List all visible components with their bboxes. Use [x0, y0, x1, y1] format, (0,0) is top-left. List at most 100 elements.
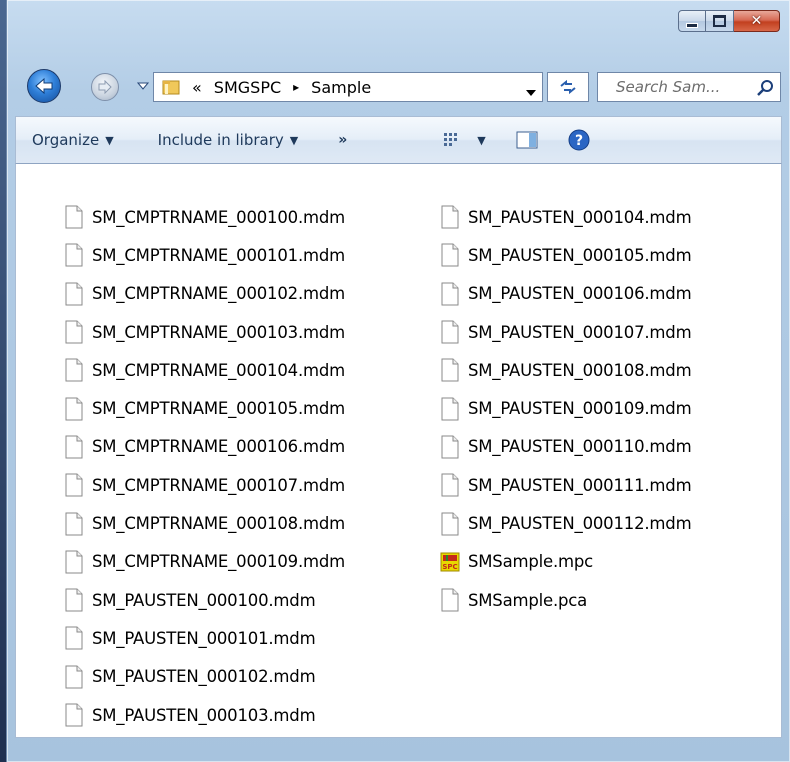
document-icon — [64, 435, 84, 459]
file-name: SM_CMPTRNAME_000109.mdm — [92, 552, 346, 572]
document-icon — [440, 512, 460, 536]
file-item[interactable]: SM_CMPTRNAME_000106.mdm — [64, 428, 345, 466]
file-item[interactable]: SMSample.pca — [440, 581, 691, 619]
file-item[interactable]: SM_CMPTRNAME_000108.mdm — [64, 504, 345, 542]
include-in-library-button[interactable]: Include in library ▼ — [158, 131, 299, 149]
file-item[interactable]: SM_PAUSTEN_000106.mdm — [440, 275, 692, 313]
file-item[interactable]: SM_PAUSTEN_000107.mdm — [440, 313, 692, 351]
recent-pages-dropdown[interactable] — [137, 80, 149, 92]
organize-button[interactable]: Organize ▼ — [32, 131, 114, 149]
file-item[interactable]: SM_PAUSTEN_000103.mdm — [64, 696, 345, 734]
document-icon — [64, 588, 84, 612]
file-column-1: SM_CMPTRNAME_000100.mdm SM_CMPTRNAME_000… — [64, 198, 345, 734]
file-name: SM_CMPTRNAME_000101.mdm — [92, 245, 346, 265]
preview-pane-icon — [516, 131, 538, 149]
caption-buttons: ✕ — [678, 10, 780, 32]
include-label: Include in library — [157, 131, 284, 149]
file-item[interactable]: SM_CMPTRNAME_000103.mdm — [64, 313, 345, 351]
document-icon — [64, 243, 84, 267]
more-commands-button[interactable]: » — [338, 132, 347, 148]
file-item[interactable]: SM_PAUSTEN_000100.mdm — [64, 581, 345, 619]
file-name: SM_CMPTRNAME_000102.mdm — [92, 284, 346, 304]
help-icon: ? — [568, 129, 590, 151]
back-arrow-icon — [35, 77, 53, 95]
file-name: SM_CMPTRNAME_000103.mdm — [92, 322, 346, 342]
spc-app-icon: SPC — [440, 550, 460, 574]
file-name: SM_CMPTRNAME_000100.mdm — [92, 207, 346, 227]
breadcrumb-separator[interactable]: ▸ — [293, 80, 299, 94]
minimize-icon — [686, 22, 698, 28]
forward-button[interactable] — [91, 73, 119, 101]
refresh-button[interactable] — [547, 72, 589, 102]
preview-pane-button[interactable] — [516, 131, 538, 149]
breadcrumb-sample[interactable]: Sample — [311, 78, 371, 97]
file-item[interactable]: SM_CMPTRNAME_000101.mdm — [64, 236, 345, 274]
file-item[interactable]: SM_PAUSTEN_000105.mdm — [440, 236, 692, 274]
file-name: SM_PAUSTEN_000108.mdm — [468, 360, 692, 380]
file-item[interactable]: SM_PAUSTEN_000109.mdm — [440, 389, 692, 427]
document-icon — [64, 512, 84, 536]
maximize-button[interactable] — [706, 10, 734, 32]
address-chevron[interactable]: « — [192, 78, 202, 97]
chevron-down-icon — [137, 82, 149, 90]
document-icon — [440, 435, 460, 459]
file-item[interactable]: SM_PAUSTEN_000108.mdm — [440, 351, 692, 389]
organize-label: Organize — [32, 131, 100, 149]
file-name: SM_PAUSTEN_000102.mdm — [92, 667, 316, 687]
view-options-icon — [444, 133, 458, 146]
search-icon[interactable] — [756, 79, 774, 97]
document-icon — [440, 397, 460, 421]
refresh-icon — [560, 79, 576, 95]
file-item[interactable]: SM_PAUSTEN_000101.mdm — [64, 619, 345, 657]
file-name: SM_PAUSTEN_000101.mdm — [92, 628, 316, 648]
file-item[interactable]: SM_CMPTRNAME_000100.mdm — [64, 198, 345, 236]
file-item[interactable]: SM_CMPTRNAME_000102.mdm — [64, 275, 345, 313]
forward-arrow-icon — [98, 80, 112, 94]
document-icon — [64, 397, 84, 421]
help-button[interactable]: ? — [568, 129, 590, 151]
file-name: SM_CMPTRNAME_000106.mdm — [92, 437, 346, 457]
file-item[interactable]: SM_PAUSTEN_000102.mdm — [64, 658, 345, 696]
document-icon — [440, 473, 460, 497]
minimize-button[interactable] — [678, 10, 706, 32]
change-view-button[interactable]: ▼ — [443, 132, 486, 148]
file-name: SM_PAUSTEN_000103.mdm — [92, 705, 316, 725]
chevron-down-icon: ▼ — [289, 133, 299, 147]
document-icon — [64, 626, 84, 650]
address-bar[interactable]: « SMGSPC ▸ Sample — [153, 72, 543, 102]
address-dropdown[interactable] — [526, 82, 536, 101]
document-icon — [64, 665, 84, 689]
file-name: SM_CMPTRNAME_000107.mdm — [92, 475, 346, 495]
document-icon — [64, 703, 84, 727]
file-item[interactable]: SM_PAUSTEN_000112.mdm — [440, 504, 692, 542]
file-name: SM_PAUSTEN_000111.mdm — [468, 475, 692, 495]
file-item[interactable]: SM_PAUSTEN_000104.mdm — [440, 198, 692, 236]
close-icon: ✕ — [750, 13, 763, 29]
file-item[interactable]: SM_CMPTRNAME_000107.mdm — [64, 466, 345, 504]
file-item[interactable]: SM_PAUSTEN_000110.mdm — [440, 428, 692, 466]
search-input[interactable] — [614, 77, 758, 97]
svg-text:?: ? — [575, 133, 583, 149]
file-item[interactable]: SM_PAUSTEN_000111.mdm — [440, 466, 692, 504]
document-icon — [64, 550, 84, 574]
file-list-pane[interactable]: SM_CMPTRNAME_000100.mdm SM_CMPTRNAME_000… — [15, 164, 782, 738]
document-icon — [440, 358, 460, 382]
file-name: SM_CMPTRNAME_000108.mdm — [92, 514, 346, 534]
breadcrumb-smgspc[interactable]: SMGSPC — [214, 78, 281, 97]
document-icon — [440, 588, 460, 612]
command-bar: Organize ▼ Include in library ▼ » ▼ ? — [15, 116, 782, 164]
file-item[interactable]: SPC SMSample.mpc — [440, 543, 691, 581]
close-button[interactable]: ✕ — [734, 10, 780, 32]
back-button[interactable] — [27, 69, 61, 103]
maximize-icon — [713, 15, 726, 27]
document-icon — [440, 205, 460, 229]
file-name: SM_PAUSTEN_000110.mdm — [468, 437, 692, 457]
document-icon — [64, 282, 84, 306]
file-name: SM_PAUSTEN_000104.mdm — [468, 207, 692, 227]
file-item[interactable]: SM_CMPTRNAME_000109.mdm — [64, 543, 345, 581]
search-box[interactable] — [597, 72, 781, 102]
file-name: SMSample.mpc — [468, 552, 594, 572]
file-item[interactable]: SM_CMPTRNAME_000105.mdm — [64, 389, 345, 427]
chevron-down-icon: ▼ — [477, 133, 486, 147]
file-item[interactable]: SM_CMPTRNAME_000104.mdm — [64, 351, 345, 389]
